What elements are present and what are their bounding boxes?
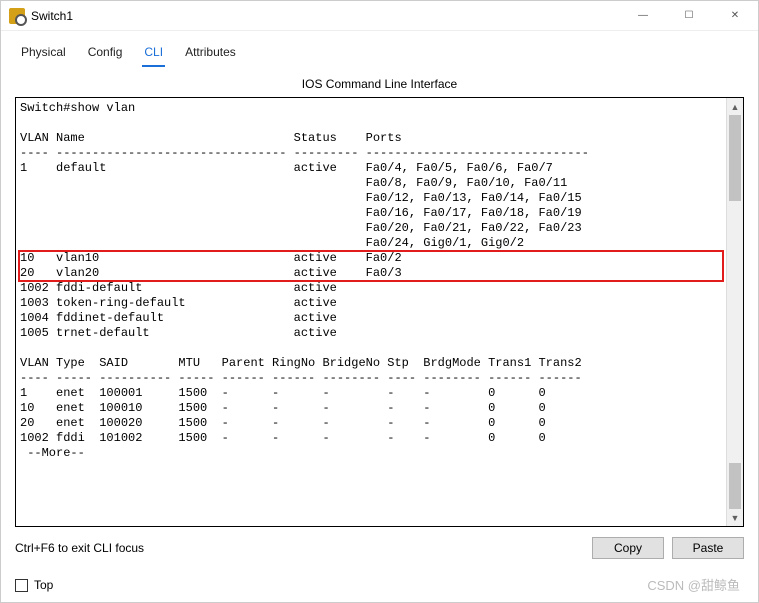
tab-config[interactable]: Config: [86, 41, 125, 67]
paste-button[interactable]: Paste: [672, 537, 744, 559]
window-title: Switch1: [31, 9, 73, 23]
tab-physical[interactable]: Physical: [19, 41, 68, 67]
cli-output[interactable]: Switch#show vlan VLAN Name Status Ports …: [16, 98, 726, 526]
scroll-thumb-bottom[interactable]: [729, 463, 741, 509]
top-checkbox-row: Top: [15, 578, 53, 592]
maximize-button[interactable]: ☐: [666, 1, 712, 31]
tab-cli[interactable]: CLI: [142, 41, 165, 67]
watermark: CSDN @甜鲸鱼: [647, 575, 740, 594]
copy-button[interactable]: Copy: [592, 537, 664, 559]
scroll-down-icon[interactable]: ▼: [727, 509, 743, 526]
top-checkbox[interactable]: [15, 579, 28, 592]
top-checkbox-label: Top: [34, 578, 53, 592]
titlebar: Switch1 — ☐ ✕: [1, 1, 758, 31]
tab-attributes[interactable]: Attributes: [183, 41, 238, 67]
close-button[interactable]: ✕: [712, 1, 758, 31]
scroll-up-icon[interactable]: ▲: [727, 98, 743, 115]
minimize-button[interactable]: —: [620, 1, 666, 31]
app-icon: [9, 8, 25, 24]
cli-panel: Switch#show vlan VLAN Name Status Ports …: [15, 97, 744, 527]
footer: Ctrl+F6 to exit CLI focus Copy Paste: [1, 527, 758, 559]
panel-title: IOS Command Line Interface: [1, 67, 758, 97]
scroll-thumb-top[interactable]: [729, 115, 741, 201]
focus-hint: Ctrl+F6 to exit CLI focus: [15, 541, 584, 555]
scrollbar[interactable]: ▲ ▼: [726, 98, 743, 526]
tab-bar: Physical Config CLI Attributes: [1, 31, 758, 67]
